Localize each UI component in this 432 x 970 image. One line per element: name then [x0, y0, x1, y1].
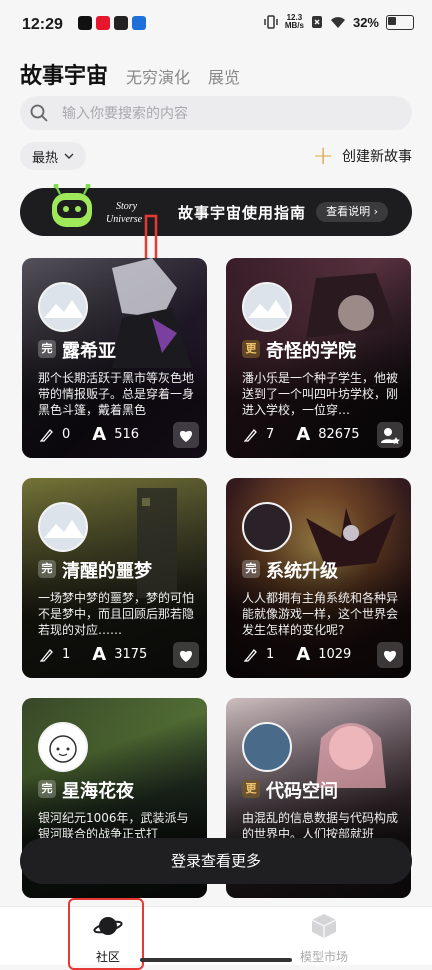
banner-title: 故事宇宙使用指南	[178, 204, 307, 222]
story-card[interactable]: 完 露希亚 那个长期活跃于黑市等灰色地带的情报贩子。总是穿着一身黑色斗篷，戴着黑…	[22, 258, 207, 458]
sort-dropdown[interactable]: 最热	[20, 142, 87, 170]
pen-icon	[244, 428, 257, 442]
status-badge: 更	[242, 780, 260, 798]
pen-icon	[40, 428, 53, 442]
search-input[interactable]	[60, 96, 404, 132]
reads-icon: A	[92, 644, 107, 665]
plus-icon: +	[312, 141, 334, 171]
search-bar[interactable]	[20, 96, 412, 132]
reads-icon: A	[92, 424, 107, 445]
tab-story-universe[interactable]: 故事宇宙	[20, 58, 108, 90]
sort-label: 最热	[32, 150, 59, 166]
vibrate-icon	[264, 15, 278, 29]
nav-model-market[interactable]: 模型市场	[284, 911, 364, 965]
bottom-nav: 社区 模型市场	[0, 906, 432, 965]
guide-banner[interactable]: Story Universe 故事宇宙使用指南 查看说明 ›	[20, 184, 412, 236]
search-icon	[30, 104, 48, 122]
status-badge: 更	[242, 340, 260, 358]
heart-icon[interactable]	[173, 422, 199, 448]
story-stats: 1 A 3175	[40, 644, 147, 665]
story-title: 奇怪的学院	[266, 341, 356, 362]
story-description: 人人都拥有主角系统和各种异能就像游戏一样，这个世界会发生怎样的变化呢?	[242, 591, 399, 637]
create-story-button[interactable]: + 创建新故事	[312, 141, 412, 171]
tiktok-icon	[114, 16, 128, 30]
chevron-down-icon	[64, 153, 74, 159]
story-card[interactable]: 完 系统升级 人人都拥有主角系统和各种异能就像游戏一样，这个世界会发生怎样的变化…	[226, 478, 411, 678]
status-badge: 完	[38, 560, 56, 578]
wifi-icon	[330, 16, 345, 28]
story-title: 星海花夜	[62, 781, 134, 802]
status-bar: 12:29 12.3 MB/s 32%	[0, 0, 432, 52]
story-description: 那个长期活跃于黑市等灰色地带的情报贩子。总是穿着一身黑色斗篷，戴着黑色	[38, 371, 195, 417]
network-speed: 12.3 MB/s	[284, 13, 304, 30]
story-title: 清醒的噩梦	[62, 561, 152, 582]
story-card[interactable]: 完 清醒的噩梦 一场梦中梦的噩梦，梦的可怕不是梦中，而且回顾后那若隐若现的对应……	[22, 478, 207, 678]
avatar	[242, 722, 292, 772]
annotation-box	[68, 898, 144, 970]
story-description: 潘小乐是一个种子学生，他被送到了一个叫四叶坊学校，刚进入学校，一位穿…	[242, 371, 399, 417]
heart-icon[interactable]	[377, 642, 403, 668]
story-description: 一场梦中梦的噩梦，梦的可怕不是梦中，而且回顾后那若隐若现的对应……	[38, 591, 195, 637]
no-sim-icon	[311, 16, 322, 28]
story-stats: 0 A 516	[40, 424, 139, 445]
avatar	[242, 282, 292, 332]
pen-icon	[40, 648, 53, 662]
cube-icon	[311, 914, 337, 938]
battery-icon	[386, 14, 414, 30]
login-to-see-more-button[interactable]: 登录查看更多	[20, 838, 412, 884]
story-stats: 1 A 1029	[244, 644, 351, 665]
add-user-icon[interactable]	[377, 422, 403, 448]
avatar	[38, 502, 88, 552]
tab-infinite-evolution[interactable]: 无穷演化	[126, 64, 190, 90]
story-title: 代码空间	[266, 781, 338, 802]
story-stats: 7 A 82675	[244, 424, 360, 445]
avatar	[242, 502, 292, 552]
app-icon	[132, 16, 146, 30]
view-guide-button[interactable]: 查看说明 ›	[316, 202, 388, 222]
top-tabs: 故事宇宙 无穷演化 展览	[20, 58, 240, 90]
weibo-icon	[96, 16, 110, 30]
story-title: 露希亚	[62, 341, 116, 362]
status-badge: 完	[38, 340, 56, 358]
status-badge: 完	[38, 780, 56, 798]
create-story-label: 创建新故事	[342, 149, 412, 165]
heart-icon[interactable]	[173, 642, 199, 668]
story-card[interactable]: 更 奇怪的学院 潘小乐是一个种子学生，他被送到了一个叫四叶坊学校，刚进入学校，一…	[226, 258, 411, 458]
pen-icon	[244, 648, 257, 662]
avatar	[38, 722, 88, 772]
nav-model-market-label: 模型市场	[299, 950, 348, 964]
story-title: 系统升级	[266, 561, 338, 582]
notification-app-icon	[78, 16, 92, 30]
home-indicator[interactable]	[140, 958, 292, 962]
reads-icon: A	[296, 424, 311, 445]
robot-mascot-icon	[52, 184, 92, 227]
avatar	[38, 282, 88, 332]
tab-exhibition[interactable]: 展览	[208, 64, 240, 90]
notification-icons	[78, 16, 146, 30]
reads-icon: A	[296, 644, 311, 665]
system-indicators: 12.3 MB/s 32%	[264, 14, 414, 30]
status-time: 12:29	[22, 16, 63, 33]
battery-percent: 32%	[352, 14, 379, 30]
status-badge: 完	[242, 560, 260, 578]
